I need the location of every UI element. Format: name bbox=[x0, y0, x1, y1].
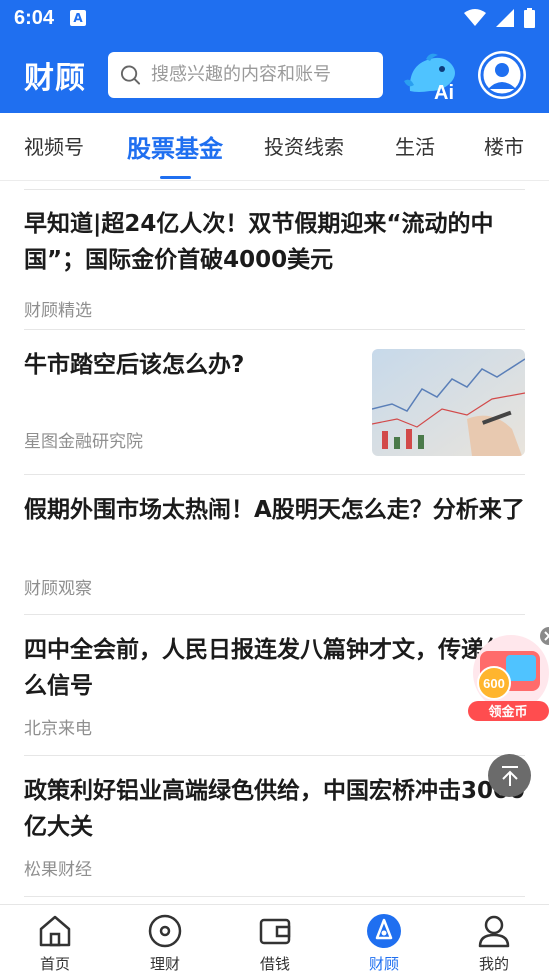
status-time: 6:04 bbox=[14, 6, 55, 29]
coin-value: 600 bbox=[483, 676, 505, 691]
nav-borrow-label: 借钱 bbox=[259, 955, 290, 973]
article-thumbnail bbox=[372, 349, 525, 456]
profile-icon bbox=[478, 915, 510, 948]
search-icon bbox=[120, 64, 141, 85]
coin-label: 领金币 bbox=[488, 704, 527, 720]
tab-video[interactable]: 视频号 bbox=[24, 131, 84, 160]
user-avatar-icon bbox=[480, 53, 524, 97]
wifi-icon bbox=[464, 9, 486, 26]
article-title: 四中全会前，人民日报连发八篇钟才文，传递什么信号 bbox=[24, 637, 507, 699]
article-item[interactable]: 早知道|超24亿人次！双节假期迎来“流动的中国”；国际金价首破4000美元 财顾… bbox=[24, 189, 525, 330]
nav-profile[interactable]: 我的 bbox=[454, 913, 534, 974]
ai-assistant-button[interactable]: Ai bbox=[404, 51, 462, 104]
nav-advisor[interactable]: 财顾 bbox=[344, 913, 424, 974]
nav-advisor-label: 财顾 bbox=[368, 955, 399, 973]
tab-life[interactable]: 生活 bbox=[395, 131, 435, 160]
nav-home-label: 首页 bbox=[39, 955, 70, 973]
nav-wealth-label: 理财 bbox=[149, 955, 180, 973]
notification-a-icon: A bbox=[70, 10, 87, 26]
article-title: 早知道|超24亿人次！双节假期迎来“流动的中国”；国际金价首破4000美元 bbox=[24, 211, 494, 273]
coin-reward-float[interactable]: 600 领金币 bbox=[466, 627, 549, 723]
signal-icon bbox=[496, 9, 514, 27]
bottom-navigation: 首页 理财 借钱 财顾 我的 bbox=[0, 904, 549, 977]
tab-real-estate[interactable]: 楼市 bbox=[484, 131, 524, 160]
article-source: 松果财经 bbox=[24, 860, 92, 880]
article-title: 假期外围市场太热闹！A股明天怎么走？分析来了 bbox=[24, 497, 525, 523]
tab-investment-leads[interactable]: 投资线索 bbox=[264, 131, 344, 160]
ai-label: Ai bbox=[434, 82, 454, 103]
article-title: 政策利好铝业高端绿色供给，中国宏桥冲击3000亿大关 bbox=[24, 778, 526, 840]
article-source: 财顾观察 bbox=[24, 579, 92, 599]
article-item[interactable]: 政策利好铝业高端绿色供给，中国宏桥冲击3000亿大关 松果财经 bbox=[24, 756, 525, 897]
status-indicators bbox=[464, 8, 535, 28]
article-source: 财顾精选 bbox=[24, 301, 92, 321]
article-item[interactable]: 四中全会前，人民日报连发八篇钟才文，传递什么信号 北京来电 bbox=[24, 615, 525, 756]
nav-borrow[interactable]: 借钱 bbox=[235, 913, 315, 974]
dolphin-mascot-icon: Ai bbox=[404, 53, 455, 104]
article-item[interactable]: 牛市踏空后该怎么办? 星图金融研究院 bbox=[24, 330, 525, 475]
category-tabs: 视频号 股票基金 投资线索 生活 楼市 bbox=[0, 113, 549, 181]
tab-stocks-funds[interactable]: 股票基金 bbox=[127, 129, 223, 164]
article-source: 星图金融研究院 bbox=[24, 432, 143, 452]
avatar-button[interactable] bbox=[478, 51, 526, 99]
stock-chart-photo bbox=[372, 349, 525, 456]
arrow-up-icon bbox=[501, 765, 518, 786]
active-tab-indicator bbox=[160, 176, 191, 179]
nav-wealth[interactable]: 理财 bbox=[125, 913, 205, 974]
status-bar: 6:04 A bbox=[0, 0, 549, 36]
search-input[interactable] bbox=[151, 64, 371, 85]
nav-profile-label: 我的 bbox=[478, 955, 509, 973]
wealth-icon bbox=[148, 914, 182, 948]
article-item[interactable]: 假期外围市场太热闹！A股明天怎么走？分析来了 财顾观察 bbox=[24, 475, 525, 615]
advisor-icon bbox=[367, 914, 401, 948]
wallet-icon bbox=[259, 918, 291, 945]
gift-coin-icon: 600 领金币 bbox=[468, 635, 549, 721]
battery-icon bbox=[524, 8, 535, 28]
back-to-top-button[interactable] bbox=[488, 754, 531, 797]
article-source: 北京来电 bbox=[24, 719, 92, 739]
app-header: 财顾 bbox=[0, 36, 549, 113]
brand-title: 财顾 bbox=[24, 60, 86, 96]
nav-home[interactable]: 首页 bbox=[15, 913, 95, 974]
close-float-button[interactable] bbox=[539, 627, 549, 645]
article-title: 牛市踏空后该怎么办? bbox=[24, 352, 245, 378]
search-box[interactable] bbox=[108, 51, 383, 98]
home-icon bbox=[39, 915, 71, 947]
close-icon bbox=[540, 627, 549, 645]
